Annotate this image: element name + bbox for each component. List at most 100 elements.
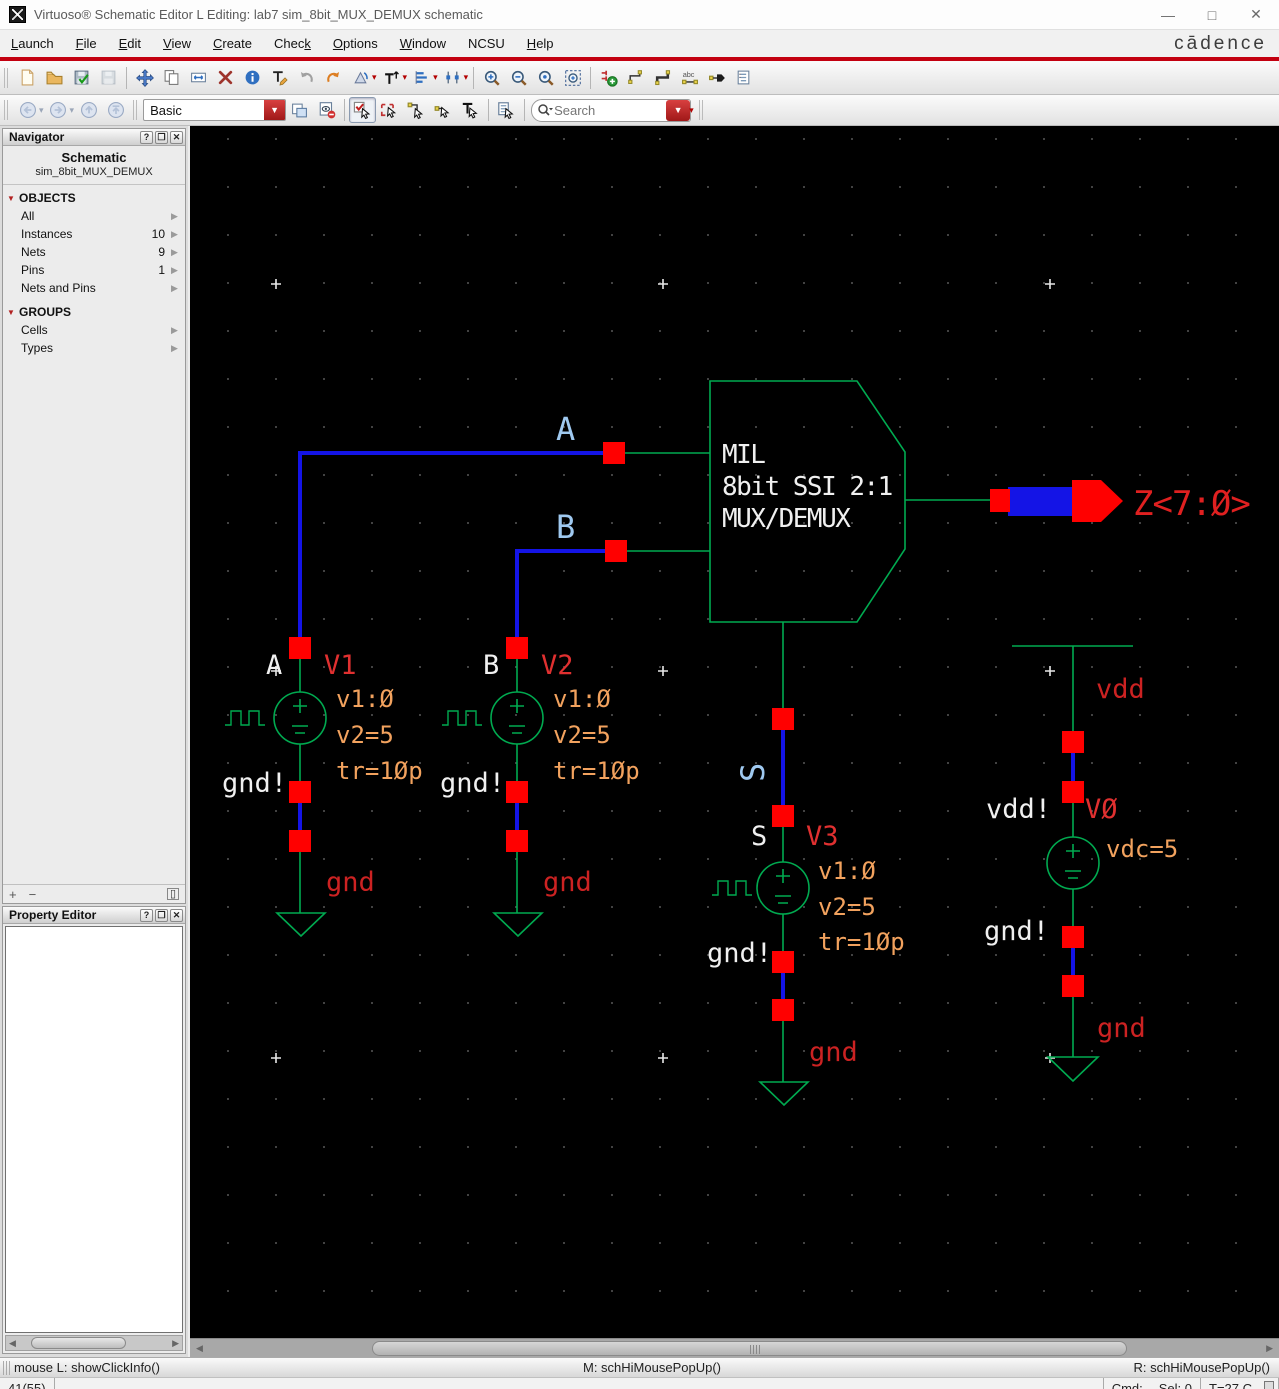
top-button[interactable] — [102, 97, 129, 123]
output-pin-symbol[interactable] — [1072, 480, 1123, 522]
net-label-s-vertical[interactable]: S — [734, 763, 772, 782]
delete-button[interactable] — [212, 65, 239, 91]
create-pin-button[interactable] — [703, 65, 730, 91]
menu-launch[interactable]: Launch — [0, 32, 65, 55]
pin-square[interactable] — [1062, 975, 1084, 997]
hide-show-button[interactable] — [313, 97, 340, 123]
tree-item-nets[interactable]: Nets 9 ▶ — [3, 243, 185, 261]
minimize-icon[interactable]: — — [1159, 7, 1177, 23]
zoom-in-button[interactable] — [478, 65, 505, 91]
menu-file[interactable]: File — [65, 32, 108, 55]
edit-text-button[interactable] — [266, 65, 293, 91]
save-button[interactable] — [68, 65, 95, 91]
menu-view[interactable]: View — [152, 32, 202, 55]
v0-gnd-bang-label[interactable]: gnd! — [984, 916, 1049, 947]
canvas-hscrollbar[interactable]: ◀ ▶ — [190, 1338, 1279, 1357]
menu-window[interactable]: Window — [389, 32, 457, 55]
net-wires[interactable] — [298, 451, 1075, 1001]
wire-net-b[interactable] — [515, 549, 606, 639]
v0-vdd-net-label[interactable]: vdd — [1096, 674, 1145, 705]
mux-label-line2[interactable]: 8bit SSI 2:1 — [722, 472, 893, 502]
tree-item-pins[interactable]: Pins 1 ▶ — [3, 261, 185, 279]
toolbar-grip[interactable] — [698, 100, 705, 120]
v1-gnd-label[interactable]: gnd — [326, 867, 375, 898]
v2-param-2[interactable]: v2=5 — [553, 721, 611, 749]
pin-square[interactable] — [506, 781, 528, 803]
zoom-in-tree-button[interactable]: + — [9, 887, 17, 902]
rotate-dropdown-icon[interactable]: ▾ — [372, 72, 377, 83]
v2-pin-label[interactable]: B — [483, 650, 499, 681]
expand-arrow-icon[interactable]: ▶ — [171, 265, 181, 276]
pin-square[interactable] — [1062, 926, 1084, 948]
forward-dropdown-icon[interactable]: ▾ — [70, 105, 75, 116]
v2-instance-name[interactable]: V2 — [541, 650, 574, 681]
scroll-left-icon[interactable]: ◀ — [6, 1338, 19, 1349]
v3-plus-minus[interactable] — [775, 869, 791, 904]
menu-help[interactable]: Help — [516, 32, 565, 55]
scrollbar-thumb[interactable] — [372, 1340, 1127, 1356]
panel-float-icon[interactable]: ❐ — [155, 908, 168, 922]
v3-param-2[interactable]: v2=5 — [818, 893, 876, 921]
v1-param-2[interactable]: v2=5 — [336, 721, 394, 749]
v0-gnd-label[interactable]: gnd — [1097, 1013, 1146, 1044]
net-label-a[interactable]: A — [556, 410, 575, 448]
panel-close-icon[interactable]: ✕ — [170, 908, 183, 922]
tree-item-instances[interactable]: Instances 10 ▶ — [3, 225, 185, 243]
menu-edit[interactable]: Edit — [108, 32, 152, 55]
create-wide-wire-button[interactable] — [649, 65, 676, 91]
search-input[interactable] — [554, 102, 667, 118]
scroll-right-icon[interactable]: ▶ — [1263, 1343, 1276, 1354]
v1-plus-minus[interactable] — [292, 699, 308, 734]
zoom-fit-button[interactable] — [559, 65, 586, 91]
pin-square[interactable] — [289, 830, 311, 852]
output-bus-wire[interactable] — [1008, 487, 1074, 516]
v1-gnd-bang-label[interactable]: gnd! — [222, 768, 287, 799]
distribute-button[interactable] — [439, 65, 466, 91]
close-icon[interactable]: ✕ — [1247, 6, 1265, 23]
search-dropdown-icon[interactable]: ▼ — [666, 99, 691, 121]
v3-pin-label[interactable]: S — [751, 821, 767, 852]
pin-square[interactable] — [1062, 731, 1084, 753]
text-direction-button[interactable] — [378, 65, 405, 91]
v2-pulse-icon[interactable] — [442, 710, 482, 726]
new-file-button[interactable] — [14, 65, 41, 91]
output-net-label[interactable]: Z<7:Ø> — [1133, 484, 1251, 524]
tree-item-types[interactable]: Types ▶ — [3, 339, 185, 357]
wire-net-a[interactable] — [298, 451, 604, 639]
select-mode-button[interactable] — [349, 97, 377, 123]
combo-dropdown-icon[interactable]: ▼ — [264, 100, 286, 120]
up-button[interactable] — [75, 97, 102, 123]
v0-vdd-bang-label[interactable]: vdd! — [986, 794, 1051, 825]
wire-select-button[interactable] — [403, 97, 430, 123]
pin-square[interactable] — [990, 489, 1010, 512]
panel-help-icon[interactable]: ? — [140, 908, 153, 922]
distribute-dropdown-icon[interactable]: ▾ — [464, 72, 469, 83]
align-dropdown-icon[interactable]: ▾ — [433, 72, 438, 83]
expand-arrow-icon[interactable]: ▶ — [171, 229, 181, 240]
toolbar-grip[interactable] — [133, 100, 140, 120]
v1-instance-name[interactable]: V1 — [324, 650, 357, 681]
v1-pin-label[interactable]: A — [266, 650, 282, 681]
zoom-out-button[interactable] — [505, 65, 532, 91]
v0-param-1[interactable]: vdc=5 — [1106, 835, 1178, 863]
scroll-left-icon[interactable]: ◀ — [193, 1343, 206, 1354]
tree-item-nets-and-pins[interactable]: Nets and Pins ▶ — [3, 279, 185, 297]
scroll-right-icon[interactable]: ▶ — [169, 1338, 182, 1349]
v1-param-3[interactable]: tr=1Øp — [336, 757, 423, 785]
pin-square[interactable] — [1062, 781, 1084, 803]
pin-select-button[interactable] — [430, 97, 457, 123]
pin-square[interactable] — [506, 830, 528, 852]
edit-properties-button[interactable] — [730, 65, 757, 91]
menu-create[interactable]: Create — [202, 32, 263, 55]
snap-mode-combobox[interactable]: Basic ▼ — [143, 99, 287, 121]
pin-square[interactable] — [772, 999, 794, 1021]
v3-gnd-label[interactable]: gnd — [809, 1037, 858, 1068]
menu-ncsu[interactable]: NCSU — [457, 32, 516, 55]
descend-display-button[interactable] — [286, 97, 313, 123]
panel-expand-icon[interactable]: ▯ — [167, 888, 179, 900]
align-button[interactable] — [408, 65, 435, 91]
rotate-button[interactable] — [347, 65, 374, 91]
expand-arrow-icon[interactable]: ▶ — [171, 283, 181, 294]
create-instance-button[interactable] — [595, 65, 622, 91]
mux-label-line3[interactable]: MUX/DEMUX — [722, 504, 853, 534]
